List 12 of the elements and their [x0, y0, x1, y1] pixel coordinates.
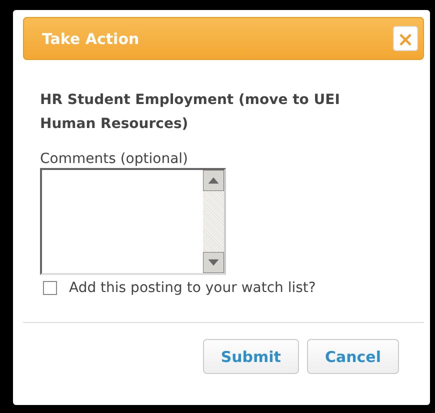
scroll-up-icon[interactable] — [203, 170, 224, 191]
watch-checkbox[interactable] — [43, 281, 57, 295]
scroll-down-icon[interactable] — [203, 252, 224, 273]
submit-button[interactable]: Submit — [202, 339, 299, 374]
scrollbar[interactable] — [203, 170, 224, 273]
comments-label: Comments (optional) — [40, 150, 189, 168]
posting-heading: HR Student Employment (move to UEI Human Resources) — [40, 91, 341, 134]
close-button[interactable]: × — [393, 26, 418, 51]
watch-label: Add this posting to your watch list? — [69, 280, 316, 296]
cancel-button[interactable]: Cancel — [306, 339, 399, 374]
dialog-title: Take Action — [42, 30, 140, 48]
comments-field[interactable] — [40, 168, 226, 275]
